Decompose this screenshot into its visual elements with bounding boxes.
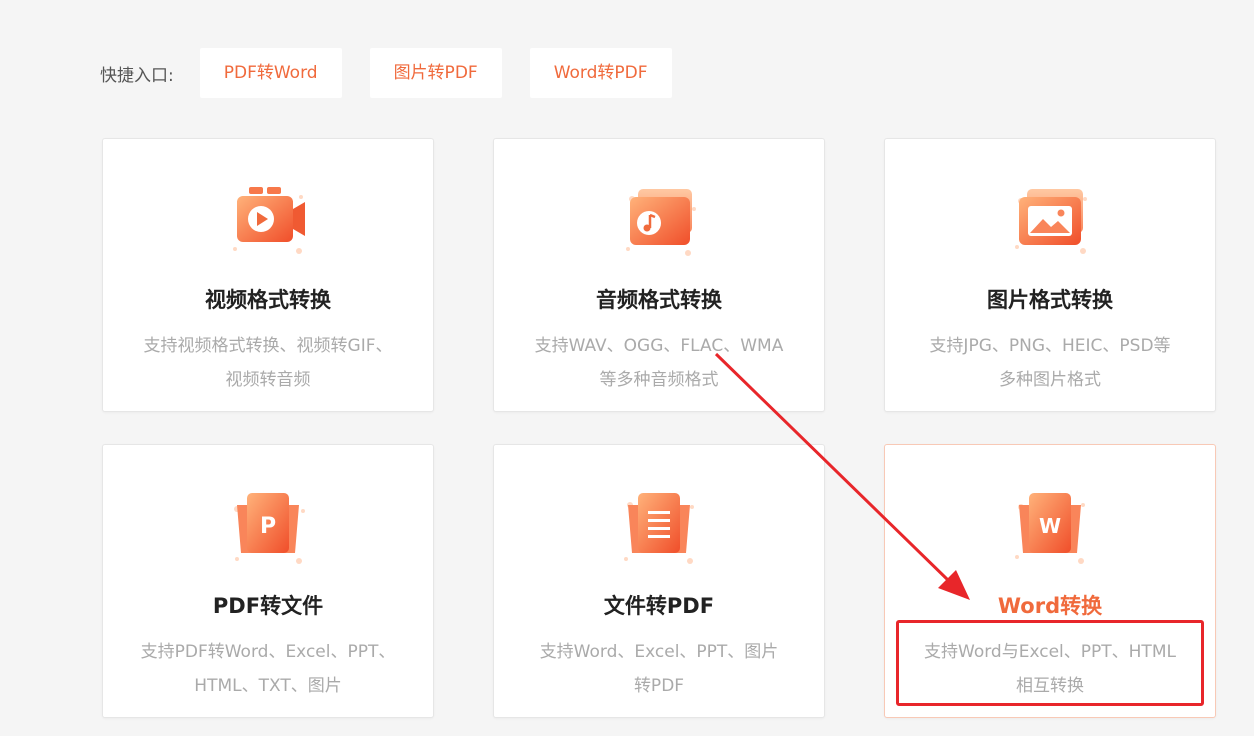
- card-audio-convert[interactable]: 音频格式转换 支持WAV、OGG、FLAC、WMA 等多种音频格式: [493, 138, 825, 412]
- word-w-icon: W: [995, 475, 1105, 585]
- quick-image-to-pdf-button[interactable]: 图片转PDF: [369, 48, 502, 98]
- icon-letter: W: [1039, 514, 1061, 538]
- card-desc-line: 支持视频格式转换、视频转GIF、: [143, 336, 393, 356]
- card-title: 图片格式转换: [987, 288, 1113, 312]
- card-description: 支持Word与Excel、PPT、HTML 相互转换: [903, 635, 1197, 703]
- card-desc-line: 支持PDF转Word、Excel、PPT、: [140, 642, 396, 662]
- quick-pdf-to-word-button[interactable]: PDF转Word: [199, 48, 342, 98]
- pdf-p-icon: P: [213, 475, 323, 585]
- card-title: Word转换: [997, 594, 1103, 618]
- quick-entry-label: 快捷入口:: [100, 65, 174, 86]
- card-desc-line: 支持WAV、OGG、FLAC、WMA: [534, 336, 784, 356]
- card-file-to-pdf[interactable]: 文件转PDF 支持Word、Excel、PPT、图片 转PDF: [493, 444, 825, 718]
- card-desc-line: 多种图片格式: [999, 370, 1101, 390]
- card-desc-line: 支持Word与Excel、PPT、HTML: [924, 642, 1176, 662]
- card-desc-line: 支持Word、Excel、PPT、图片: [539, 642, 779, 662]
- card-title: PDF转文件: [212, 594, 324, 618]
- card-title: 视频格式转换: [205, 288, 331, 312]
- card-desc-line: 转PDF: [633, 676, 685, 696]
- music-icon: [604, 169, 714, 279]
- card-description: 支持Word、Excel、PPT、图片 转PDF: [512, 635, 806, 703]
- card-word-convert[interactable]: W Word转换 支持Word与Excel、PPT、HTML 相互转换: [884, 444, 1216, 718]
- card-description: 支持WAV、OGG、FLAC、WMA 等多种音频格式: [512, 329, 806, 397]
- card-title: 音频格式转换: [596, 288, 722, 312]
- card-description: 支持PDF转Word、Excel、PPT、 HTML、TXT、图片: [121, 635, 415, 703]
- card-video-convert[interactable]: 视频格式转换 支持视频格式转换、视频转GIF、 视频转音频: [102, 138, 434, 412]
- image-icon: [995, 169, 1105, 279]
- document-icon: [604, 475, 714, 585]
- card-title: 文件转PDF: [603, 594, 715, 618]
- quick-entry-bar: 快捷入口: PDF转Word 图片转PDF Word转PDF: [100, 48, 700, 98]
- card-description: 支持视频格式转换、视频转GIF、 视频转音频: [121, 329, 415, 397]
- card-desc-line: 等多种音频格式: [599, 370, 719, 390]
- video-icon: [213, 169, 323, 279]
- quick-word-to-pdf-button[interactable]: Word转PDF: [529, 48, 672, 98]
- card-image-convert[interactable]: 图片格式转换 支持JPG、PNG、HEIC、PSD等 多种图片格式: [884, 138, 1216, 412]
- card-desc-line: HTML、TXT、图片: [194, 676, 342, 696]
- icon-letter: P: [260, 514, 276, 539]
- card-desc-line: 视频转音频: [225, 370, 311, 390]
- card-description: 支持JPG、PNG、HEIC、PSD等 多种图片格式: [903, 329, 1197, 397]
- card-pdf-to-file[interactable]: P PDF转文件 支持PDF转Word、Excel、PPT、 HTML、TXT、…: [102, 444, 434, 718]
- card-desc-line: 支持JPG、PNG、HEIC、PSD等: [929, 336, 1171, 356]
- card-desc-line: 相互转换: [1016, 676, 1084, 696]
